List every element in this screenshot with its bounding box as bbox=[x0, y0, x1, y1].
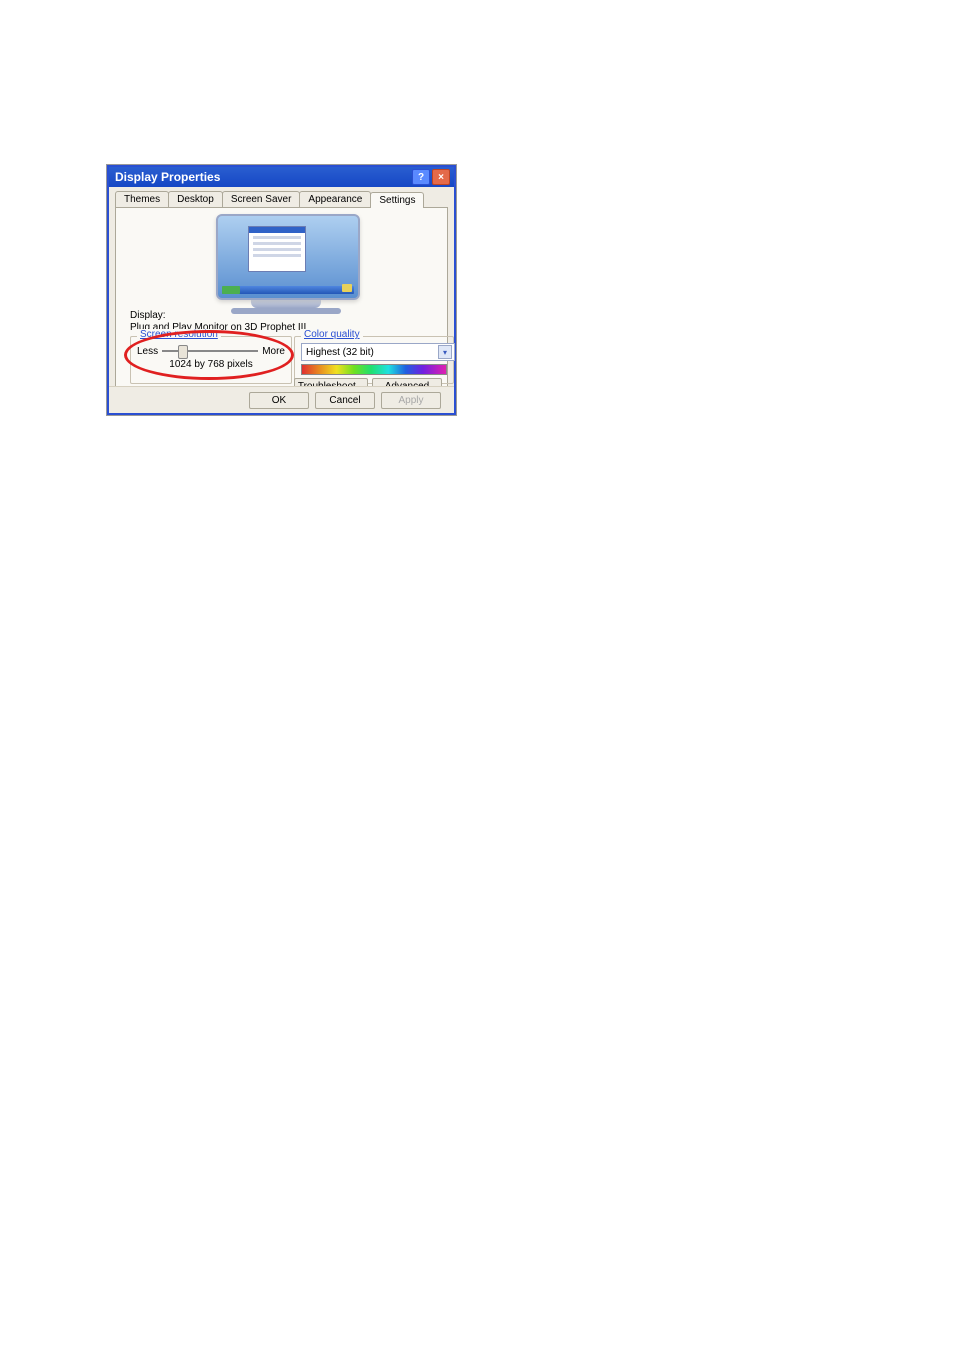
resolution-slider[interactable] bbox=[162, 345, 258, 357]
tabs: Themes Desktop Screen Saver Appearance S… bbox=[109, 187, 454, 207]
slider-thumb-icon[interactable] bbox=[178, 345, 188, 359]
window-title: Display Properties bbox=[115, 170, 220, 184]
screen-resolution-legend: Screen resolution bbox=[140, 329, 218, 340]
display-label: Display: bbox=[130, 310, 166, 321]
preview-taskbar-icon bbox=[222, 286, 354, 294]
resolution-value: 1024 by 768 pixels bbox=[137, 359, 285, 370]
slider-more-label: More bbox=[262, 346, 285, 357]
settings-panel: Display: Plug and Play Monitor on 3D Pro… bbox=[115, 207, 448, 397]
color-quality-selected: Highest (32 bit) bbox=[306, 347, 374, 358]
tab-desktop[interactable]: Desktop bbox=[168, 191, 223, 207]
ok-label: OK bbox=[272, 395, 286, 406]
dialog-footer: OK Cancel Apply bbox=[109, 386, 454, 413]
cancel-button[interactable]: Cancel bbox=[315, 392, 375, 409]
color-quality-group: Color quality Highest (32 bit) ▾ bbox=[294, 336, 454, 384]
tab-settings[interactable]: Settings bbox=[370, 192, 424, 208]
color-quality-select[interactable]: Highest (32 bit) ▾ bbox=[301, 343, 455, 361]
tab-label: Screen Saver bbox=[231, 194, 292, 205]
monitor-screen bbox=[216, 214, 360, 300]
preview-start-icon bbox=[222, 286, 240, 294]
display-value-suffix: on 3D Prophet III bbox=[228, 322, 306, 333]
monitor-preview bbox=[216, 214, 356, 314]
preview-window-icon bbox=[248, 226, 306, 272]
help-icon: ? bbox=[418, 172, 424, 183]
chevron-down-icon: ▾ bbox=[438, 345, 452, 359]
tab-label: Desktop bbox=[177, 194, 214, 205]
close-icon: × bbox=[438, 172, 444, 183]
close-button[interactable]: × bbox=[432, 169, 450, 185]
monitor-stand-icon bbox=[251, 300, 321, 308]
display-properties-window: Display Properties ? × Themes Desktop Sc… bbox=[107, 165, 456, 415]
tab-label: Appearance bbox=[308, 194, 362, 205]
cancel-label: Cancel bbox=[329, 395, 360, 406]
color-quality-legend: Color quality bbox=[304, 329, 360, 340]
help-button[interactable]: ? bbox=[412, 169, 430, 185]
preview-tray-icon bbox=[342, 284, 352, 292]
tab-themes[interactable]: Themes bbox=[115, 191, 169, 207]
color-spectrum-icon bbox=[301, 364, 447, 375]
titlebar: Display Properties ? × bbox=[109, 167, 454, 187]
apply-label: Apply bbox=[398, 395, 423, 406]
tab-appearance[interactable]: Appearance bbox=[299, 191, 371, 207]
ok-button[interactable]: OK bbox=[249, 392, 309, 409]
slider-less-label: Less bbox=[137, 346, 158, 357]
screen-resolution-group: Screen resolution Less More 1024 by 768 … bbox=[130, 336, 292, 384]
monitor-base-icon bbox=[231, 308, 341, 314]
tab-label: Themes bbox=[124, 194, 160, 205]
tab-screen-saver[interactable]: Screen Saver bbox=[222, 191, 301, 207]
tab-label: Settings bbox=[379, 195, 415, 206]
apply-button[interactable]: Apply bbox=[381, 392, 441, 409]
